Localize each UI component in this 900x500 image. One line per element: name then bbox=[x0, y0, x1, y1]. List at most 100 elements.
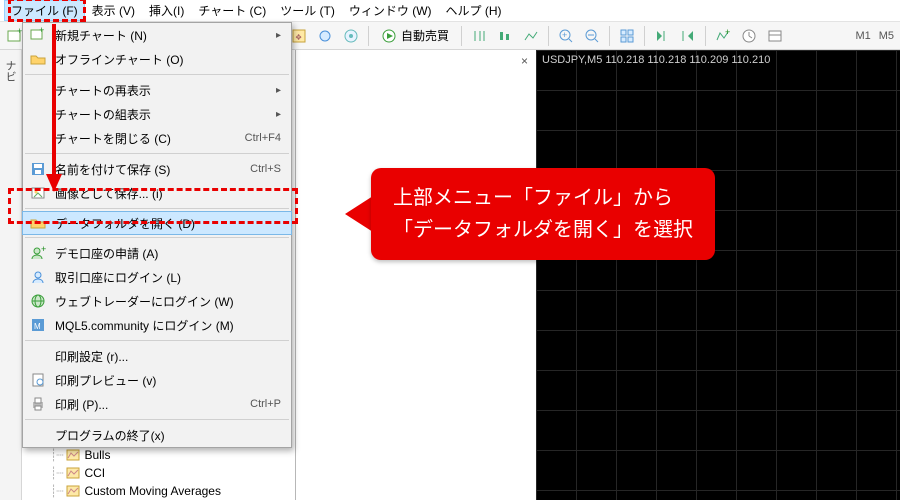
submenu-arrow-icon: ▸ bbox=[276, 85, 281, 96]
menu-item-shortcut: Ctrl+S bbox=[250, 163, 281, 175]
zoom-out-button[interactable] bbox=[581, 25, 603, 47]
menu-item-label: 名前を付けて保存 (S) bbox=[55, 161, 242, 178]
menu-file[interactable]: ファイル (F) bbox=[4, 0, 85, 21]
fullscreen-button[interactable] bbox=[340, 25, 362, 47]
web-login-icon bbox=[29, 293, 47, 309]
image-save-icon bbox=[29, 185, 47, 201]
indicators-button[interactable]: + bbox=[712, 25, 734, 47]
menu-item-shortcut: Ctrl+F4 bbox=[245, 132, 281, 144]
scroll-button[interactable] bbox=[651, 25, 673, 47]
menu-item-close-chart[interactable]: チャートを閉じる (C) Ctrl+F4 bbox=[23, 126, 291, 150]
menu-item-label: ウェブトレーダーにログイン (W) bbox=[55, 293, 281, 310]
menu-item-mql5-login[interactable]: M MQL5.community にログイン (M) bbox=[23, 313, 291, 337]
price-chart[interactable]: USDJPY,M5 110.218 110.218 110.209 110.21… bbox=[536, 50, 900, 500]
periods-button[interactable] bbox=[738, 25, 760, 47]
menu-item-reopen-chart[interactable]: チャートの再表示 ▸ bbox=[23, 78, 291, 102]
navigator-tab-label[interactable]: ナビ bbox=[0, 54, 20, 88]
navigator-sidebar: ナビ bbox=[0, 50, 22, 500]
menu-item-label: 画像として保存... (i) bbox=[55, 185, 281, 202]
callout-tail bbox=[345, 196, 373, 232]
tile-button[interactable] bbox=[616, 25, 638, 47]
menu-item-label: 印刷 (P)... bbox=[55, 396, 242, 413]
tree-item[interactable]: ┊┈CCI bbox=[50, 464, 221, 482]
menu-item-label: チャートの組表示 bbox=[55, 106, 268, 123]
save-icon bbox=[29, 161, 47, 177]
folder-open-icon bbox=[29, 51, 47, 67]
menu-item-webtrader-login[interactable]: ウェブトレーダーにログイン (W) bbox=[23, 289, 291, 313]
menu-item-label: MQL5.community にログイン (M) bbox=[55, 317, 281, 334]
menu-item-print-setup[interactable]: 印刷設定 (r)... bbox=[23, 344, 291, 368]
zoom-in-button[interactable]: + bbox=[555, 25, 577, 47]
indicator-icon bbox=[66, 484, 80, 498]
svg-text:+: + bbox=[562, 30, 567, 40]
menu-insert[interactable]: 挿入(I) bbox=[142, 0, 191, 21]
menu-item-login-account[interactable]: 取引口座にログイン (L) bbox=[23, 265, 291, 289]
menu-item-label: デモ口座の申請 (A) bbox=[55, 245, 281, 262]
chart-tabbar: × bbox=[296, 50, 536, 500]
folder-icon bbox=[29, 215, 47, 231]
menu-separator bbox=[25, 208, 289, 209]
file-menu-dropdown: + 新規チャート (N) ▸ オフラインチャート (O) チャートの再表示 ▸ … bbox=[22, 22, 292, 448]
line-button[interactable] bbox=[520, 25, 542, 47]
shift-button[interactable] bbox=[677, 25, 699, 47]
menu-item-offline-chart[interactable]: オフラインチャート (O) bbox=[23, 47, 291, 71]
menu-item-label: チャートを閉じる (C) bbox=[55, 130, 237, 147]
timeframe-m1[interactable]: M1 bbox=[853, 30, 872, 42]
callout-line1: 上部メニュー「ファイル」から bbox=[393, 182, 693, 214]
candles-button[interactable] bbox=[494, 25, 516, 47]
menu-separator bbox=[25, 340, 289, 341]
tree-item-label: Custom Moving Averages bbox=[84, 484, 221, 498]
chart-area: × USDJPY,M5 110.218 110.218 110.209 110.… bbox=[295, 50, 900, 500]
menu-separator bbox=[25, 153, 289, 154]
svg-text:+: + bbox=[725, 28, 730, 37]
menu-view[interactable]: 表示 (V) bbox=[85, 0, 142, 21]
menu-item-label: 印刷プレビュー (v) bbox=[55, 372, 281, 389]
svg-text:+: + bbox=[41, 245, 46, 254]
menu-item-print-preview[interactable]: 印刷プレビュー (v) bbox=[23, 368, 291, 392]
autotrade-label: 自動売買 bbox=[401, 27, 449, 44]
menu-separator bbox=[25, 74, 289, 75]
indicator-icon bbox=[66, 448, 80, 462]
svg-text:M: M bbox=[34, 322, 41, 331]
tree-item-label: CCI bbox=[84, 466, 105, 480]
menu-item-demo-account[interactable]: + デモ口座の申請 (A) bbox=[23, 241, 291, 265]
menu-item-label: 取引口座にログイン (L) bbox=[55, 269, 281, 286]
menu-help[interactable]: ヘルプ (H) bbox=[439, 0, 509, 21]
autotrade-button[interactable]: 自動売買 bbox=[375, 25, 455, 47]
menu-chart[interactable]: チャート (C) bbox=[191, 0, 273, 21]
menu-window[interactable]: ウィンドウ (W) bbox=[342, 0, 439, 21]
menu-item-label: オフラインチャート (O) bbox=[55, 51, 281, 68]
options-button[interactable] bbox=[314, 25, 336, 47]
svg-text:❖: ❖ bbox=[295, 33, 302, 42]
menu-item-print[interactable]: 印刷 (P)... Ctrl+P bbox=[23, 392, 291, 416]
timeframe-m5[interactable]: M5 bbox=[877, 30, 896, 42]
submenu-arrow-icon: ▸ bbox=[276, 30, 281, 41]
tree-item[interactable]: ┊┈Custom Moving Averages bbox=[50, 482, 221, 500]
menu-separator bbox=[25, 419, 289, 420]
autotrade-icon bbox=[381, 28, 397, 44]
menu-item-open-data-folder[interactable]: データフォルダを開く (D) bbox=[22, 211, 292, 235]
submenu-arrow-icon: ▸ bbox=[276, 109, 281, 120]
menu-item-new-chart[interactable]: + 新規チャート (N) ▸ bbox=[23, 23, 291, 47]
menu-item-save-image[interactable]: 画像として保存... (i) bbox=[23, 181, 291, 205]
menu-separator bbox=[25, 237, 289, 238]
bars-button[interactable] bbox=[468, 25, 490, 47]
print-icon bbox=[29, 396, 47, 412]
chart-plus-icon: + bbox=[29, 27, 47, 43]
close-tab-icon[interactable]: × bbox=[521, 54, 528, 68]
menu-tools[interactable]: ツール (T) bbox=[273, 0, 342, 21]
account-plus-icon: + bbox=[29, 245, 47, 261]
menu-item-label: チャートの再表示 bbox=[55, 82, 268, 99]
tree-item-label: Bulls bbox=[84, 448, 110, 462]
svg-text:+: + bbox=[39, 27, 44, 35]
menu-item-label: データフォルダを開く (D) bbox=[55, 215, 281, 232]
callout-box: 上部メニュー「ファイル」から 「データフォルダを開く」を選択 bbox=[371, 168, 715, 260]
menu-item-exit[interactable]: プログラムの終了(x) bbox=[23, 423, 291, 447]
menu-item-chart-profile[interactable]: チャートの組表示 ▸ bbox=[23, 102, 291, 126]
tree-item[interactable]: ┊┈Bulls bbox=[50, 446, 221, 464]
chart-grid bbox=[536, 50, 900, 500]
menu-item-label: 印刷設定 (r)... bbox=[55, 348, 281, 365]
login-icon bbox=[29, 269, 47, 285]
templates-button[interactable] bbox=[764, 25, 786, 47]
menu-item-save-as[interactable]: 名前を付けて保存 (S) Ctrl+S bbox=[23, 157, 291, 181]
